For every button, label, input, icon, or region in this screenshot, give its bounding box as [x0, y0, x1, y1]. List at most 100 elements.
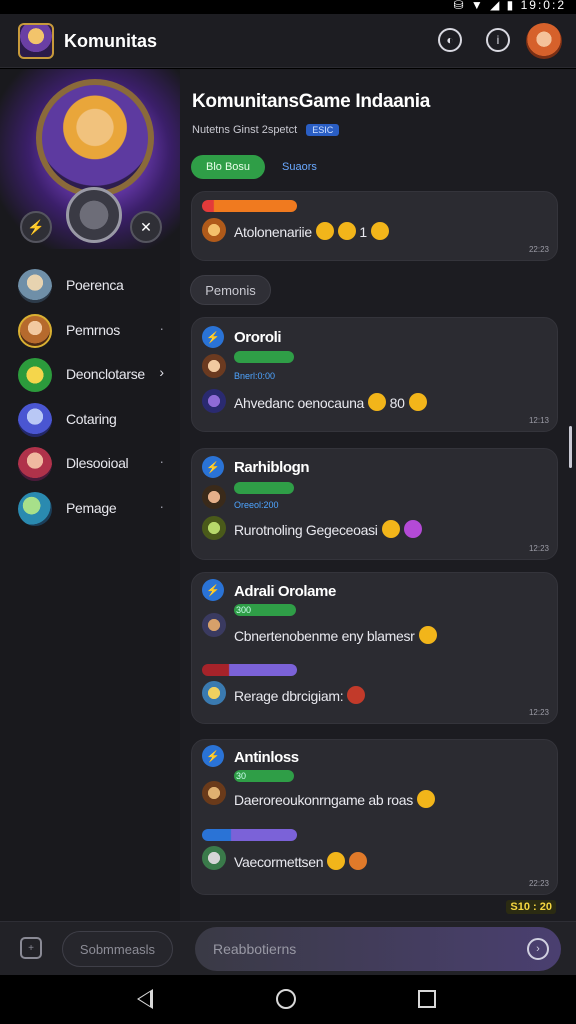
tools-icon[interactable]: ✕ — [130, 211, 162, 243]
time-badge: S10 : 20 — [506, 900, 556, 914]
game-icon: ⚡ — [202, 326, 224, 348]
post-author: Adrali Orolame — [234, 583, 336, 600]
sidebar-item-label: Deonclotarse — [66, 366, 145, 382]
message-count: 1 — [359, 224, 367, 240]
meta-tag: ESIC — [306, 124, 340, 136]
progress-bar — [202, 200, 297, 212]
filter-chip[interactable]: Pemonis — [190, 275, 271, 305]
avatar — [18, 402, 52, 437]
progress-bar — [202, 829, 297, 841]
group-meta-text: Nutetns Ginst 2spetct — [192, 124, 298, 136]
game-icon: ⚡ — [202, 579, 224, 601]
avatar — [202, 516, 226, 540]
emoji-icon — [418, 626, 437, 644]
info-icon[interactable]: i — [486, 28, 510, 52]
system-nav-bar — [0, 975, 576, 1024]
sidebar: ⚡ ✕ Poerenca Pemrnos · Deonclotarse › Co… — [0, 69, 180, 921]
bar-label: Oreeol:200 — [234, 500, 279, 510]
shield-emblem-icon — [66, 187, 122, 243]
sidebar-nav: Poerenca Pemrnos · Deonclotarse › Cotari… — [0, 265, 180, 532]
emoji-icon — [327, 852, 346, 870]
emoji-icon — [370, 222, 389, 240]
message-body: Vaecormettsen — [234, 854, 324, 870]
game-icon: ⚡ — [202, 456, 224, 478]
chevron-right-icon: · — [159, 497, 164, 514]
back-icon[interactable] — [137, 989, 153, 1009]
bar-label: 30 — [236, 771, 247, 781]
message-text: Cbnertenobenme eny blamesr — [234, 626, 437, 644]
post-card[interactable]: Atolonenariie 1 22:23 — [191, 191, 558, 261]
message-text: Vaecormettsen — [234, 852, 368, 870]
hero-banner: ⚡ ✕ — [0, 69, 180, 249]
app-logo — [18, 23, 54, 59]
timestamp: 12:23 — [528, 708, 549, 717]
timestamp: 12:13 — [528, 416, 549, 425]
emoji-icon — [347, 686, 366, 704]
message-input[interactable]: Reabbotierns › — [195, 927, 561, 971]
group-meta: Nutetns Ginst 2spetct ESIC — [192, 124, 340, 136]
sidebar-item-2[interactable]: Deonclotarse › — [0, 354, 180, 399]
sidebar-item-label: Cotaring — [66, 410, 117, 427]
app-bar: Komunitas ◐ i — [0, 14, 576, 68]
avatar — [202, 781, 226, 805]
chevron-right-icon: · — [159, 319, 164, 336]
avatar — [202, 485, 226, 509]
avatar — [18, 447, 52, 481]
headset-icon[interactable]: ◐ — [438, 28, 462, 52]
emoji-icon — [408, 393, 427, 411]
message-text: Rurotnoling Gegeceoasi — [234, 520, 422, 538]
sidebar-item-label: Pemage — [66, 499, 117, 516]
sidebar-item-label: Dlesooioal — [66, 455, 129, 471]
progress-bar — [234, 351, 294, 363]
post-author: Rarhiblogn — [234, 459, 310, 476]
send-icon[interactable]: › — [527, 938, 549, 960]
composer-bar: S10 : 20 + Sobmmeasls Reabbotierns › — [0, 900, 576, 975]
emoji-icon — [403, 520, 422, 538]
post-card[interactable]: ⚡ Antinloss 30 Daeroreoukonrngame ab roa… — [191, 739, 558, 895]
message-text: Atolonenariie 1 — [234, 222, 389, 240]
scrollbar[interactable] — [569, 426, 572, 468]
emoji-icon — [349, 852, 368, 870]
input-placeholder: Reabbotierns — [213, 941, 297, 957]
avatar — [18, 269, 52, 303]
post-card[interactable]: ⚡ Ororoli Bnerl:0:00 Ahvedanc oenocauna … — [191, 317, 558, 432]
avatar — [202, 613, 226, 637]
post-card[interactable]: ⚡ Rarhiblogn Oreeol:200 Rurotnoling Gege… — [191, 448, 558, 560]
message-text: Ahvedanc oenocauna 80 — [234, 393, 427, 411]
avatar — [202, 354, 226, 378]
progress-bar — [202, 664, 297, 676]
sidebar-item-label: Poerenca — [66, 277, 124, 293]
main-feed: KomunitansGame Indaania Nutetns Ginst 2s… — [180, 69, 576, 921]
sidebar-item-0[interactable]: Poerenca — [0, 265, 180, 310]
avatar — [202, 389, 226, 413]
recent-apps-icon[interactable] — [418, 990, 436, 1008]
message-count: 80 — [389, 395, 405, 411]
status-bar: ⛁ ▼ ◢ ▮ 19:0:2 — [0, 0, 576, 14]
timestamp: 12:23 — [528, 544, 549, 553]
sidebar-item-1[interactable]: Pemrnos · — [0, 310, 180, 355]
emoji-icon — [381, 520, 400, 538]
emoji-icon — [337, 222, 356, 240]
sidebar-item-5[interactable]: Pemage · — [0, 488, 180, 533]
home-icon[interactable] — [276, 989, 296, 1009]
timestamp: 22:23 — [528, 879, 549, 888]
message-body: Daeroreoukonrngame ab roas — [234, 792, 413, 808]
avatar — [18, 313, 52, 348]
compose-button[interactable]: Sobmmeasls — [62, 931, 173, 967]
hero-portrait — [36, 79, 154, 197]
attach-icon[interactable]: + — [20, 937, 42, 959]
message-text: Daeroreoukonrngame ab roas — [234, 790, 435, 808]
members-link[interactable]: Suaors — [282, 161, 317, 173]
message-body: Ahvedanc oenocauna — [234, 395, 365, 411]
message-body: Rerage dbrcigiam: — [234, 688, 344, 704]
join-button[interactable]: Blo Bosu — [191, 155, 265, 179]
user-avatar[interactable] — [526, 23, 562, 59]
sidebar-item-3[interactable]: Cotaring — [0, 399, 180, 444]
sidebar-item-4[interactable]: Dlesooioal · — [0, 443, 180, 488]
post-card[interactable]: ⚡ Adrali Orolame 300 Cbnertenobenme eny … — [191, 572, 558, 724]
game-icon: ⚡ — [202, 745, 224, 767]
timestamp: 22:23 — [528, 245, 549, 254]
sidebar-item-label: Pemrnos — [66, 321, 120, 338]
rank-icon[interactable]: ⚡ — [20, 211, 52, 243]
progress-bar — [234, 482, 294, 494]
